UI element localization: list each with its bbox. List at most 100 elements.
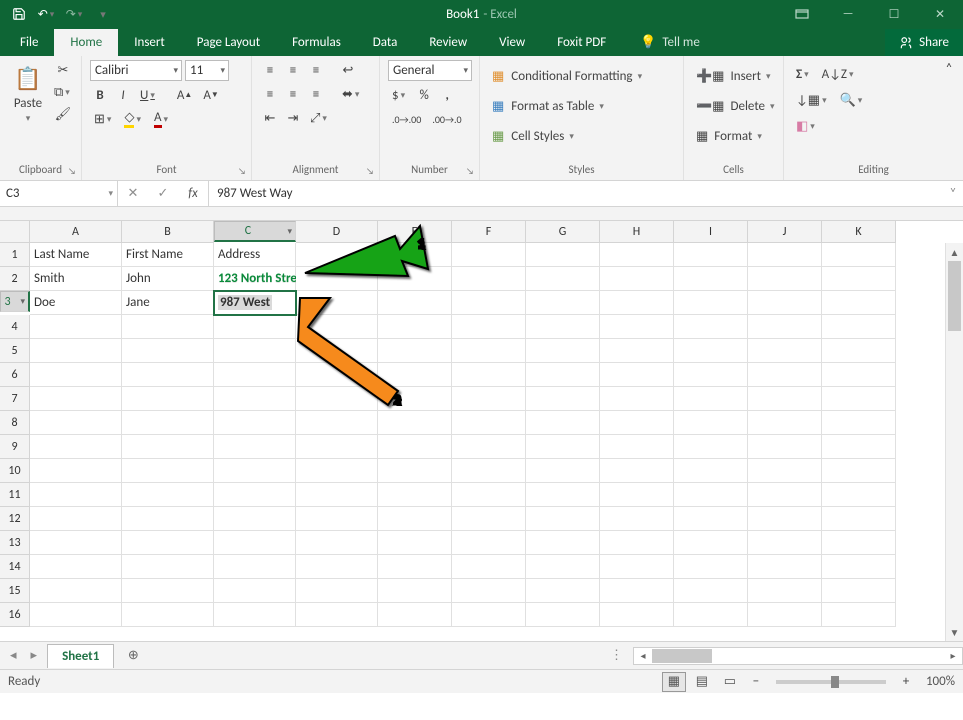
- cell-H3[interactable]: [600, 291, 674, 315]
- row-header-1[interactable]: 1: [0, 243, 30, 267]
- tell-me-search[interactable]: 💡 Tell me: [630, 29, 710, 56]
- sheet-tab-sheet1[interactable]: Sheet1: [47, 644, 114, 668]
- number-launcher[interactable]: ↘: [463, 164, 477, 178]
- row-header-13[interactable]: 13: [0, 531, 30, 555]
- spreadsheet-grid[interactable]: ABCDEFGHIJK1Last NameFirst NameAddress2S…: [0, 221, 963, 641]
- cell-H6[interactable]: [600, 363, 674, 387]
- increase-indent-button[interactable]: ⇥: [283, 108, 303, 128]
- cell-A3[interactable]: Doe: [30, 291, 122, 315]
- vscroll-thumb[interactable]: [948, 261, 961, 331]
- align-top-button[interactable]: ≡: [260, 60, 280, 80]
- cell-E6[interactable]: [378, 363, 452, 387]
- column-header-D[interactable]: D: [296, 221, 378, 243]
- tab-review[interactable]: Review: [413, 29, 483, 56]
- zoom-out-button[interactable]: −: [746, 672, 766, 692]
- scroll-right-button[interactable]: ▸: [944, 649, 962, 662]
- cell-H11[interactable]: [600, 483, 674, 507]
- cell-I2[interactable]: [674, 267, 748, 291]
- hscroll-thumb[interactable]: [652, 649, 712, 663]
- cell-J2[interactable]: [748, 267, 822, 291]
- cell-E3[interactable]: [378, 291, 452, 315]
- row-header-6[interactable]: 6: [0, 363, 30, 387]
- share-button[interactable]: Share: [885, 29, 963, 56]
- scroll-left-button[interactable]: ◂: [634, 649, 652, 662]
- cell-H8[interactable]: [600, 411, 674, 435]
- cell-F1[interactable]: [452, 243, 526, 267]
- cell-B10[interactable]: [122, 459, 214, 483]
- cell-H2[interactable]: [600, 267, 674, 291]
- row-header-10[interactable]: 10: [0, 459, 30, 483]
- fill-button[interactable]: ↓▦▾: [792, 90, 833, 110]
- row-header-9[interactable]: 9: [0, 435, 30, 459]
- column-header-C[interactable]: C: [214, 221, 296, 242]
- cell-A8[interactable]: [30, 411, 122, 435]
- cell-E2[interactable]: [378, 267, 452, 291]
- cell-B2[interactable]: John: [122, 267, 214, 291]
- cell-I6[interactable]: [674, 363, 748, 387]
- cell-H16[interactable]: [600, 603, 674, 627]
- clipboard-launcher[interactable]: ↘: [65, 164, 79, 178]
- cell-B8[interactable]: [122, 411, 214, 435]
- alignment-launcher[interactable]: ↘: [363, 164, 377, 178]
- clear-button[interactable]: ◧▾: [792, 116, 821, 136]
- cell-E14[interactable]: [378, 555, 452, 579]
- zoom-slider[interactable]: [776, 680, 886, 684]
- cell-H1[interactable]: [600, 243, 674, 267]
- tab-view[interactable]: View: [483, 29, 541, 56]
- align-center-button[interactable]: ≡: [283, 84, 303, 104]
- fill-color-button[interactable]: ◇▾: [120, 109, 147, 129]
- cell-H12[interactable]: [600, 507, 674, 531]
- cell-K10[interactable]: [822, 459, 896, 483]
- name-box[interactable]: C3: [0, 181, 118, 206]
- cell-I16[interactable]: [674, 603, 748, 627]
- decrease-font-button[interactable]: A▼: [199, 85, 222, 105]
- cell-A5[interactable]: [30, 339, 122, 363]
- cell-G11[interactable]: [526, 483, 600, 507]
- vertical-scrollbar[interactable]: ▲ ▼: [945, 243, 963, 641]
- cell-G1[interactable]: [526, 243, 600, 267]
- sheet-nav-first[interactable]: ◂: [10, 648, 17, 663]
- cell-F3[interactable]: [452, 291, 526, 315]
- bold-button[interactable]: B: [90, 85, 110, 105]
- cell-C15[interactable]: [214, 579, 296, 603]
- row-header-7[interactable]: 7: [0, 387, 30, 411]
- tab-data[interactable]: Data: [357, 29, 414, 56]
- cell-F5[interactable]: [452, 339, 526, 363]
- column-header-A[interactable]: A: [30, 221, 122, 243]
- column-header-K[interactable]: K: [822, 221, 896, 243]
- underline-button[interactable]: U▾: [136, 85, 161, 105]
- cell-G3[interactable]: [526, 291, 600, 315]
- cell-G10[interactable]: [526, 459, 600, 483]
- cell-H14[interactable]: [600, 555, 674, 579]
- cell-F7[interactable]: [452, 387, 526, 411]
- delete-cells-button[interactable]: ➖▦ Delete▾: [692, 94, 781, 118]
- cell-G8[interactable]: [526, 411, 600, 435]
- column-header-G[interactable]: G: [526, 221, 600, 243]
- cell-B6[interactable]: [122, 363, 214, 387]
- cell-G16[interactable]: [526, 603, 600, 627]
- cell-G14[interactable]: [526, 555, 600, 579]
- cell-J10[interactable]: [748, 459, 822, 483]
- cell-B16[interactable]: [122, 603, 214, 627]
- format-as-table-button[interactable]: ▦ Format as Table▾: [488, 94, 610, 118]
- cell-K13[interactable]: [822, 531, 896, 555]
- column-header-B[interactable]: B: [122, 221, 214, 243]
- cell-H4[interactable]: [600, 315, 674, 339]
- cell-B3[interactable]: Jane: [122, 291, 214, 315]
- cell-E7[interactable]: [378, 387, 452, 411]
- cell-C6[interactable]: [214, 363, 296, 387]
- cell-B12[interactable]: [122, 507, 214, 531]
- cell-K11[interactable]: [822, 483, 896, 507]
- autosum-button[interactable]: Σ▾: [792, 64, 815, 84]
- cell-E12[interactable]: [378, 507, 452, 531]
- cell-D9[interactable]: [296, 435, 378, 459]
- cell-K3[interactable]: [822, 291, 896, 315]
- cell-A9[interactable]: [30, 435, 122, 459]
- cell-C8[interactable]: [214, 411, 296, 435]
- sheet-nav-last[interactable]: ▸: [31, 648, 38, 663]
- zoom-thumb[interactable]: [831, 676, 839, 688]
- cell-G13[interactable]: [526, 531, 600, 555]
- cell-C16[interactable]: [214, 603, 296, 627]
- cell-C2[interactable]: 123 North Street: [214, 267, 296, 291]
- enter-formula-button[interactable]: ✓: [148, 181, 178, 206]
